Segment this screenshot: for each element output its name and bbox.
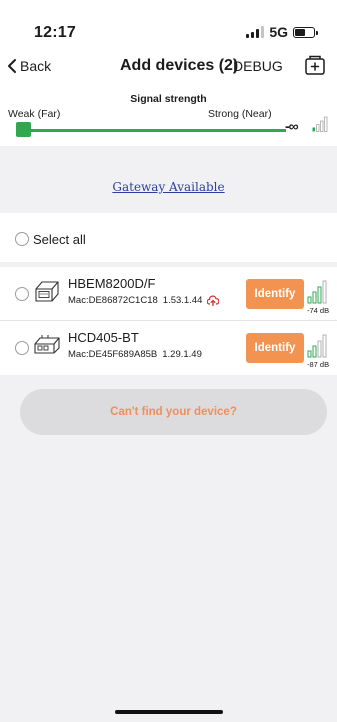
home-indicator xyxy=(115,710,223,714)
device-row[interactable]: HCD405-BT Mac:DE45F689A85B 1.29.1.49 Ide… xyxy=(0,321,337,375)
network-type: 5G xyxy=(269,24,288,40)
back-label: Back xyxy=(20,58,52,74)
device-select-radio[interactable] xyxy=(15,287,29,301)
back-button[interactable]: Back xyxy=(6,58,51,74)
signal-slider-handle[interactable] xyxy=(16,122,31,137)
debug-button[interactable]: DEBUG xyxy=(233,58,283,74)
signal-strength-title: Signal strength xyxy=(130,93,207,105)
select-all-radio[interactable] xyxy=(15,232,29,246)
device-mac: Mac:DE86872C1C18 xyxy=(68,295,158,306)
cloud-upload-icon[interactable] xyxy=(207,295,220,306)
device-rssi: -74 dB xyxy=(307,306,330,315)
device-info: Mac:DE45F689A85B 1.29.1.49 xyxy=(68,349,202,360)
device-version: 1.29.1.49 xyxy=(162,349,202,360)
identify-button[interactable]: Identify xyxy=(246,333,304,363)
signal-bars-icon xyxy=(307,334,327,358)
battery-icon xyxy=(293,26,318,38)
cellular-signal-icon xyxy=(246,26,265,38)
strong-label: Strong (Near) xyxy=(208,108,272,120)
signal-bars-icon xyxy=(307,280,327,304)
device-mac: Mac:DE45F689A85B xyxy=(68,349,158,360)
device-row[interactable]: HBEM8200D/F Mac:DE86872C1C18 1.53.1.44 I… xyxy=(0,267,337,321)
select-all-label[interactable]: Select all xyxy=(33,232,86,247)
app-screen: 12:17 5G Back Add devices (2) DEBUG Sign… xyxy=(0,0,337,722)
device-info: Mac:DE86872C1C18 1.53.1.44 xyxy=(68,295,220,306)
chevron-left-icon xyxy=(8,59,16,73)
add-device-icon[interactable] xyxy=(304,54,326,76)
cant-find-device-button[interactable]: Can't find your device? xyxy=(20,389,327,435)
device-rssi: -87 dB xyxy=(307,360,330,369)
identify-button[interactable]: Identify xyxy=(246,279,304,309)
page-title: Add devices (2) xyxy=(120,57,239,74)
battery-level xyxy=(295,28,305,36)
device-name: HCD405-BT xyxy=(68,330,139,345)
device-version: 1.53.1.44 xyxy=(162,295,203,306)
device-select-radio[interactable] xyxy=(15,341,29,355)
status-time: 12:17 xyxy=(34,24,76,41)
signal-bars-icon xyxy=(312,116,328,132)
weak-label: Weak (Far) xyxy=(8,108,61,120)
controller-device-icon xyxy=(34,335,60,354)
select-all-row[interactable]: Select all xyxy=(0,213,337,262)
status-indicators: 5G xyxy=(246,24,318,40)
device-name: HBEM8200D/F xyxy=(68,276,156,291)
threshold-value: -∞ xyxy=(285,118,299,134)
signal-slider-track[interactable] xyxy=(16,129,286,132)
gateway-available-link[interactable]: Gateway Available xyxy=(0,180,337,194)
thermostat-device-icon xyxy=(35,281,59,302)
